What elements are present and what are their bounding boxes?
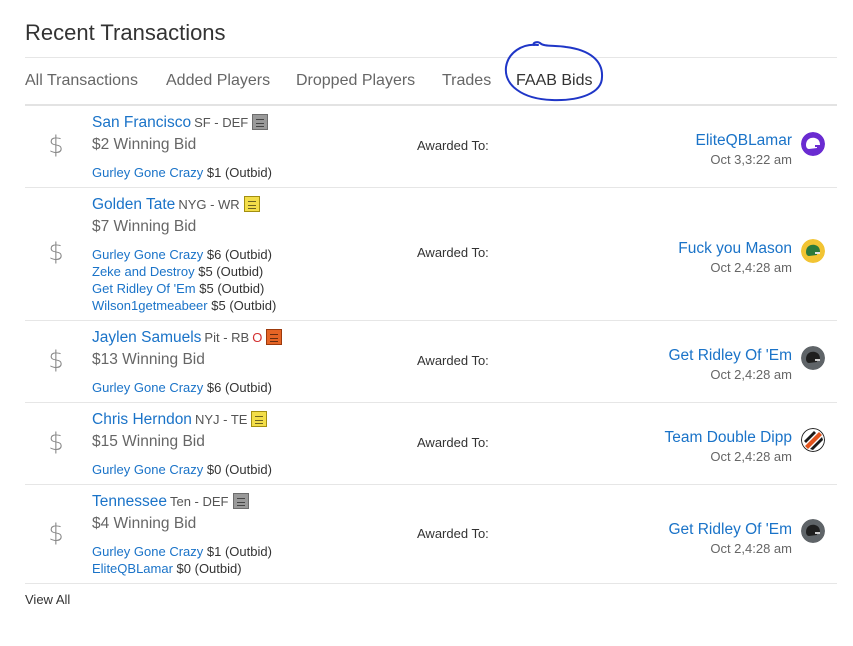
gray-helmet-icon[interactable] [801,346,825,370]
transaction-row: $ Tennessee Ten - DEF $4 Winning Bid Gurl… [25,485,837,584]
player-team-position: Pit - RB [204,330,250,345]
player-line: Chris Herndon NYJ - TE [92,411,268,429]
bid-team-link[interactable]: Gurley Gone Crazy [92,544,203,559]
bid-team-link[interactable]: Get Ridley Of 'Em [92,281,196,296]
player-note-icon[interactable] [266,329,283,345]
title-divider [25,57,837,58]
bid-amount: $1 (Outbid) [206,165,272,180]
awarded-to-label: Awarded To: [417,526,489,541]
transaction-row: $ Chris Herndon NYJ - TE $15 Winning Bid … [25,403,837,485]
bid-entry: Get Ridley Of 'Em $5 (Outbid) [92,280,276,297]
transaction-row: $ Jaylen Samuels Pit - RB O $13 Winning Bi… [25,321,837,403]
hand-drawn-circle-annotation [504,41,604,102]
dollar-icon: $ [48,131,64,159]
bid-list: Gurley Gone Crazy $1 (Outbid) EliteQBLam… [92,543,272,577]
view-all-link[interactable]: View All [25,592,70,607]
player-note-icon[interactable] [232,493,249,509]
bid-amount: $1 (Outbid) [206,544,272,559]
bid-list: Gurley Gone Crazy $6 (Outbid) [92,379,272,396]
transaction-tabs: All Transactions Added Players Dropped P… [25,68,837,106]
awarded-to-label: Awarded To: [417,138,489,153]
bid-amount: $0 (Outbid) [206,462,272,477]
bid-entry: Gurley Gone Crazy $1 (Outbid) [92,164,272,181]
bid-entry: Gurley Gone Crazy $6 (Outbid) [92,246,276,263]
bid-team-link[interactable]: Gurley Gone Crazy [92,462,203,477]
transaction-row: $ San Francisco SF - DEF $2 Winning Bid G… [25,106,837,188]
dollar-icon: $ [48,428,64,456]
player-team-position: NYJ - TE [194,412,248,427]
bid-team-link[interactable]: Gurley Gone Crazy [92,165,203,180]
player-team-position: NYG - WR [178,197,240,212]
bid-entry: Gurley Gone Crazy $0 (Outbid) [92,461,272,478]
player-line: Golden Tate NYG - WR [92,196,260,214]
page-title: Recent Transactions [25,20,226,45]
winning-bid: $15 Winning Bid [92,433,205,450]
bid-amount: $5 (Outbid) [199,281,265,296]
player-team-position: SF - DEF [194,115,249,130]
tab-trades[interactable]: Trades [442,72,491,90]
bid-team-link[interactable]: Zeke and Destroy [92,264,195,279]
player-name[interactable]: Tennessee [92,493,167,510]
transaction-date: Oct 2,4:28 am [710,449,792,464]
bid-list: Gurley Gone Crazy $0 (Outbid) [92,461,272,478]
bid-list: Gurley Gone Crazy $1 (Outbid) [92,164,272,181]
bid-entry: Zeke and Destroy $5 (Outbid) [92,263,276,280]
gray-helmet-icon[interactable] [801,519,825,543]
green-helmet-icon[interactable] [801,239,825,263]
tab-added-players[interactable]: Added Players [166,72,270,90]
bid-entry: Gurley Gone Crazy $6 (Outbid) [92,379,272,396]
bid-amount: $6 (Outbid) [206,380,272,395]
winning-bid: $13 Winning Bid [92,351,205,368]
transaction-date: Oct 2,4:28 am [710,541,792,556]
bid-team-link[interactable]: Gurley Gone Crazy [92,247,203,262]
player-line: San Francisco SF - DEF [92,114,269,132]
dollar-icon: $ [48,346,64,374]
bid-team-link[interactable]: Wilson1getmeabeer [92,298,208,313]
player-line: Jaylen Samuels Pit - RB O [92,329,283,347]
winner-team-link[interactable]: Team Double Dipp [664,429,792,447]
bid-entry: Gurley Gone Crazy $1 (Outbid) [92,543,272,560]
player-name[interactable]: Jaylen Samuels [92,329,201,346]
bid-amount: $5 (Outbid) [198,264,264,279]
bid-amount: $6 (Outbid) [206,247,272,262]
winning-bid: $2 Winning Bid [92,136,197,153]
bid-team-link[interactable]: EliteQBLamar [92,561,173,576]
awarded-to-label: Awarded To: [417,435,489,450]
player-note-icon[interactable] [243,196,260,212]
player-status-out: O [252,330,263,345]
transaction-date: Oct 2,4:28 am [710,367,792,382]
bid-amount: $5 (Outbid) [211,298,277,313]
winner-team-link[interactable]: Get Ridley Of 'Em [668,521,792,539]
purple-helmet-icon[interactable] [801,132,825,156]
transaction-date: Oct 2,4:28 am [710,260,792,275]
player-name[interactable]: Golden Tate [92,196,175,213]
awarded-to-label: Awarded To: [417,353,489,368]
winner-team-link[interactable]: EliteQBLamar [696,132,792,150]
bid-list: Gurley Gone Crazy $6 (Outbid) Zeke and D… [92,246,276,314]
bid-entry: Wilson1getmeabeer $5 (Outbid) [92,297,276,314]
orange-black-stripe-icon[interactable] [801,428,825,452]
transaction-date: Oct 3,3:22 am [710,152,792,167]
player-name[interactable]: Chris Herndon [92,411,192,428]
dollar-icon: $ [48,519,64,547]
tab-dropped-players[interactable]: Dropped Players [296,72,415,90]
transaction-row: $ Golden Tate NYG - WR $7 Winning Bid Gur… [25,188,837,321]
bid-team-link[interactable]: Gurley Gone Crazy [92,380,203,395]
winner-team-link[interactable]: Fuck you Mason [678,240,792,258]
winning-bid: $4 Winning Bid [92,515,197,532]
bid-amount: $0 (Outbid) [176,561,242,576]
player-note-icon[interactable] [252,114,269,130]
player-name[interactable]: San Francisco [92,114,191,131]
winning-bid: $7 Winning Bid [92,218,197,235]
player-line: Tennessee Ten - DEF [92,493,249,511]
dollar-icon: $ [48,238,64,266]
tab-all-transactions[interactable]: All Transactions [25,72,138,90]
winner-team-link[interactable]: Get Ridley Of 'Em [668,347,792,365]
player-note-icon[interactable] [251,411,268,427]
player-team-position: Ten - DEF [169,494,229,509]
awarded-to-label: Awarded To: [417,245,489,260]
bid-entry: EliteQBLamar $0 (Outbid) [92,560,272,577]
